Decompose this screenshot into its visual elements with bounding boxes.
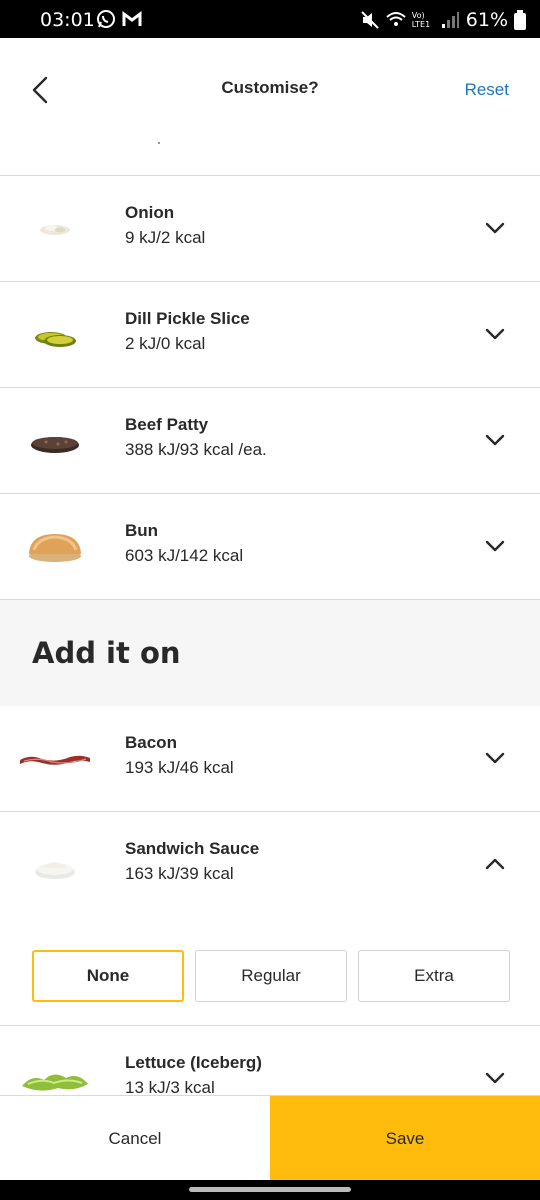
chevron-up-icon[interactable] <box>484 856 506 872</box>
ingredient-name: Onion <box>125 203 175 222</box>
option-none-button[interactable]: None <box>32 950 184 1002</box>
ingredient-name: Lettuce (Iceberg) <box>125 1053 262 1072</box>
system-nav-bar <box>0 1180 540 1200</box>
ingredient-energy: 163 kJ/39 kcal <box>125 864 234 883</box>
chevron-down-icon[interactable] <box>484 326 506 342</box>
header: Customise? Reset <box>0 38 540 142</box>
list-item[interactable]: Dill Pickle Slice 2 kJ/0 kcal <box>0 282 540 388</box>
network-label: Vo) LTE1 <box>411 11 431 29</box>
sauce-image <box>35 862 75 879</box>
ingredient-name: Beef Patty <box>125 415 209 434</box>
cancel-button[interactable]: Cancel <box>0 1096 270 1180</box>
mute-icon <box>361 11 379 29</box>
option-regular-button[interactable]: Regular <box>195 950 347 1002</box>
onion-image <box>40 225 70 235</box>
whatsapp-icon <box>97 10 115 28</box>
list-item-expanded[interactable]: Sandwich Sauce 163 kJ/39 kcal None Regul… <box>0 812 540 1026</box>
chevron-down-icon[interactable] <box>484 220 506 236</box>
ingredient-energy: 9 kJ/2 kcal <box>125 228 206 247</box>
bun-image <box>29 534 81 562</box>
ingredient-energy: 2 kJ/0 kcal <box>125 334 206 353</box>
bacon-image <box>20 755 90 765</box>
section-title: Add it on <box>32 636 181 670</box>
beef-patty-image <box>31 437 79 453</box>
chevron-down-icon[interactable] <box>484 1070 506 1086</box>
gmail-icon <box>122 11 142 26</box>
list-item[interactable]: Bun 603 kJ/142 kcal <box>0 494 540 600</box>
list-item[interactable]: Onion 9 kJ/2 kcal <box>0 176 540 282</box>
ingredient-energy: 388 kJ/93 kcal /ea. <box>125 440 267 459</box>
ingredient-list: Onion 9 kJ/2 kcal Dill Pickle Slice 2 kJ… <box>0 142 540 1132</box>
ingredient-name: Dill Pickle Slice <box>125 309 250 328</box>
list-item[interactable]: Beef Patty 388 kJ/93 kcal /ea. <box>0 388 540 494</box>
ingredient-energy: 603 kJ/142 kcal <box>125 546 244 565</box>
option-extra-button[interactable]: Extra <box>358 950 510 1002</box>
battery-percent: 61% <box>465 9 508 31</box>
chevron-down-icon[interactable] <box>484 750 506 766</box>
signal-icon <box>441 12 459 28</box>
ingredient-name: Sandwich Sauce <box>125 839 260 858</box>
home-indicator[interactable] <box>189 1187 351 1192</box>
save-button[interactable]: Save <box>270 1096 540 1180</box>
customise-screen: Customise? Reset Onion 9 kJ/2 kcal Dill … <box>0 38 540 1180</box>
footer-actions: Cancel Save <box>0 1095 540 1180</box>
list-item[interactable]: Bacon 193 kJ/46 kcal <box>0 706 540 812</box>
status-bar: 03:01 Vo) LTE1 61% <box>0 0 540 38</box>
page-title: Customise? <box>221 78 319 97</box>
wifi-icon <box>386 12 406 26</box>
quantity-options: None Regular Extra <box>32 950 510 1002</box>
ingredient-energy: 193 kJ/46 kcal <box>125 758 234 777</box>
ingredient-name: Bun <box>125 521 159 540</box>
list-item-partial <box>0 142 540 176</box>
add-it-on-section: Add it on <box>0 600 540 706</box>
ingredient-name: Bacon <box>125 733 177 752</box>
battery-icon <box>514 10 526 30</box>
pickle-image <box>35 332 76 347</box>
status-time: 03:01 <box>40 9 95 31</box>
reset-button[interactable]: Reset <box>465 80 509 100</box>
chevron-down-icon[interactable] <box>484 538 506 554</box>
chevron-down-icon[interactable] <box>484 432 506 448</box>
